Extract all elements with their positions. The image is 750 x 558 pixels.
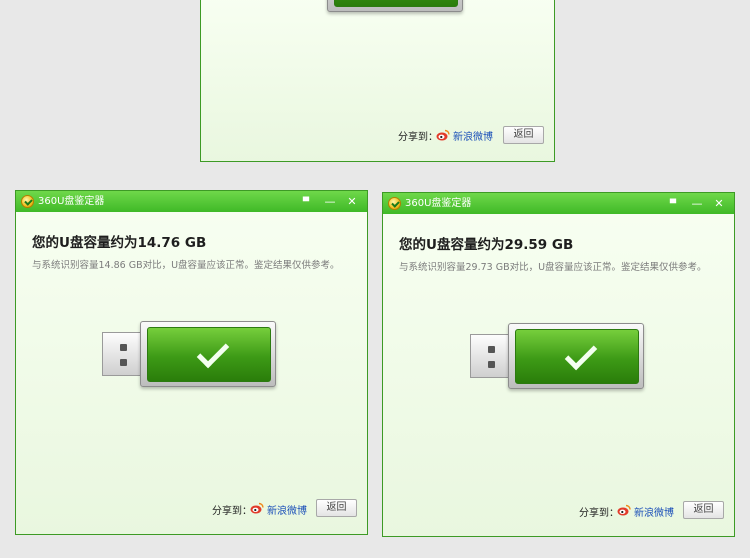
capacity-heading: 您的U盘容量约为29.59 GB (399, 237, 574, 253)
share-label: 分享到： (212, 506, 252, 517)
back-button[interactable]: 返回 (503, 126, 544, 144)
top-dialog-window: 分享到： 新浪微博 返回 (200, 0, 555, 162)
usb-drive-icon (102, 321, 276, 387)
sina-weibo-icon[interactable] (436, 129, 450, 141)
usb-drive-icon (470, 323, 644, 389)
feedback-icon[interactable]: ▀ (664, 193, 682, 214)
360-logo-icon (21, 195, 34, 208)
left-dialog-window: 360U盘鉴定器 ▀ — ✕ 您的U盘容量约为14.76 GB 与系统识别容量1… (15, 190, 368, 535)
share-label: 分享到： (579, 508, 619, 519)
usb-drive-icon (289, 0, 463, 14)
capacity-description: 与系统识别容量29.73 GB对比，U盘容量应该正常。鉴定结果仅供参考。 (399, 262, 707, 273)
minimize-button[interactable]: — (688, 193, 706, 214)
feedback-icon[interactable]: ▀ (297, 191, 315, 212)
window-title: 360U盘鉴定器 (38, 196, 105, 207)
sina-weibo-icon[interactable] (250, 502, 264, 514)
back-button[interactable]: 返回 (683, 501, 724, 519)
weibo-share-link[interactable]: 新浪微博 (453, 128, 493, 143)
title-bar[interactable]: 360U盘鉴定器 ▀ — ✕ (383, 193, 734, 214)
weibo-share-link[interactable]: 新浪微博 (267, 502, 307, 517)
share-label: 分享到： (398, 132, 438, 143)
checkmark-icon (196, 335, 230, 369)
window-title: 360U盘鉴定器 (405, 198, 472, 209)
360-logo-icon (388, 197, 401, 210)
capacity-heading: 您的U盘容量约为14.76 GB (32, 235, 207, 251)
weibo-share-link[interactable]: 新浪微博 (634, 504, 674, 519)
capacity-description: 与系统识别容量14.86 GB对比，U盘容量应该正常。鉴定结果仅供参考。 (32, 260, 340, 271)
checkmark-icon (564, 337, 598, 371)
close-button[interactable]: ✕ (343, 191, 361, 212)
sina-weibo-icon[interactable] (617, 504, 631, 516)
back-button[interactable]: 返回 (316, 499, 357, 517)
title-bar[interactable]: 360U盘鉴定器 ▀ — ✕ (16, 191, 367, 212)
minimize-button[interactable]: — (321, 191, 339, 212)
right-dialog-window: 360U盘鉴定器 ▀ — ✕ 您的U盘容量约为29.59 GB 与系统识别容量2… (382, 192, 735, 537)
close-button[interactable]: ✕ (710, 193, 728, 214)
